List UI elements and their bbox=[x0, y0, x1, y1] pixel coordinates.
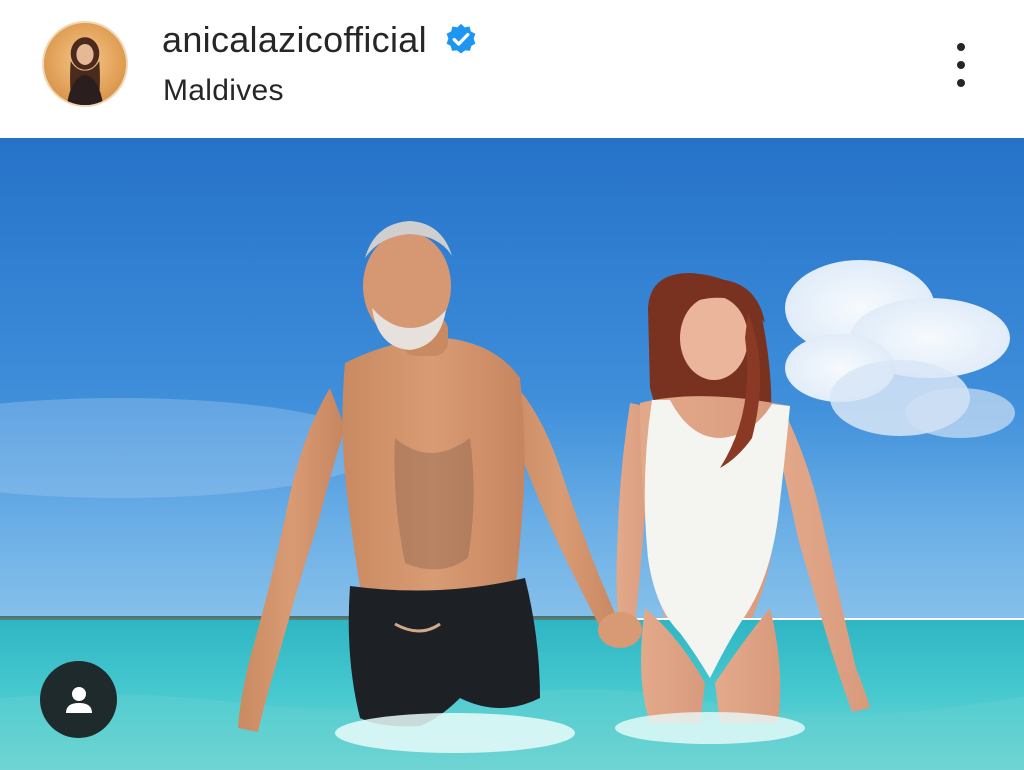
avatar-portrait bbox=[66, 37, 104, 105]
person-icon bbox=[65, 686, 92, 713]
post-location[interactable]: Maldives bbox=[163, 74, 284, 108]
more-options-icon[interactable] bbox=[946, 38, 976, 92]
profile-avatar[interactable] bbox=[42, 21, 128, 107]
username[interactable]: anicalazicofficial bbox=[162, 19, 427, 61]
more-dot bbox=[957, 43, 965, 51]
post-header: anicalazicofficial Maldives bbox=[0, 0, 1024, 138]
more-dot bbox=[957, 79, 965, 87]
beach-photo-illustration bbox=[0, 138, 1024, 770]
user-tags-icon[interactable] bbox=[40, 661, 117, 738]
post-photo[interactable] bbox=[0, 138, 1024, 770]
verified-badge-icon bbox=[446, 23, 476, 54]
more-dot bbox=[957, 61, 965, 69]
username-row: anicalazicofficial bbox=[162, 18, 479, 62]
